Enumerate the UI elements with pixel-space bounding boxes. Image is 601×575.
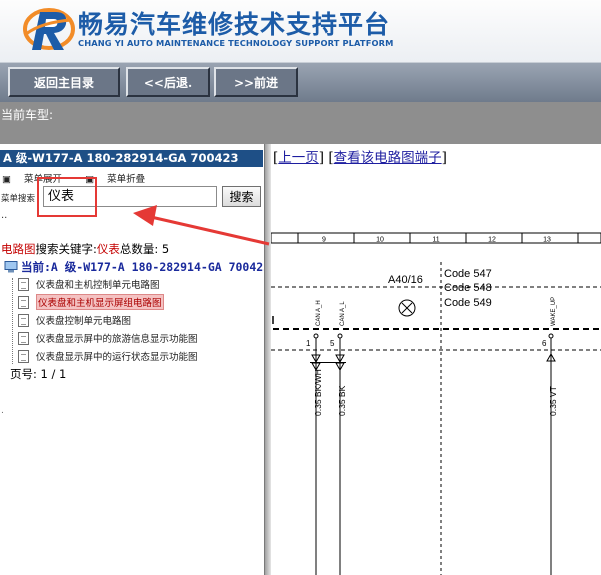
connector-pins: 1 5 6: [306, 333, 554, 348]
pin-number: 1: [306, 339, 311, 348]
pin-label: CAN A_H: [316, 300, 322, 326]
result-keyword: 仪表: [96, 242, 120, 256]
column-number: 9: [322, 237, 326, 244]
wires: [310, 338, 556, 575]
tree-item[interactable]: 仪表盘显示屏中的旅游信息显示功能图: [18, 330, 198, 346]
tree-item[interactable]: 仪表盘和主机控制单元电路图: [18, 276, 160, 292]
pin-number: 6: [542, 339, 547, 348]
document-icon: [18, 331, 29, 345]
tiny-dot: .: [1, 406, 4, 416]
component-label: A40/16: [388, 274, 423, 286]
column-number: 11: [432, 237, 439, 244]
tree-connector: [12, 278, 13, 364]
pin-label: WAKE_UP: [551, 297, 557, 326]
annotation-arrow: [133, 205, 270, 246]
document-icon: [18, 349, 29, 363]
wire-label: 0.35 VT: [548, 386, 558, 416]
wiring-diagram: 9 10 11 12 13 A40/16 Code 547 Code 548 C…: [271, 232, 601, 575]
svg-text:Code 548: Code 548: [444, 282, 492, 294]
home-button[interactable]: 返回主目录: [8, 67, 120, 97]
tree-item-selected[interactable]: 仪表盘和主机显示屏组电路图: [18, 294, 164, 310]
wire-label: 0.35 BK: [337, 385, 347, 416]
pin-label: CAN A_L: [340, 301, 346, 326]
document-icon: [18, 295, 29, 309]
svg-text:Code 549: Code 549: [444, 297, 492, 309]
expand-icon: ▣: [2, 174, 11, 185]
brand-title-cn: 畅易汽车维修技术支持平台: [78, 10, 391, 39]
search-highlight-box: [37, 177, 97, 217]
app-header: 畅易汽车维修技术支持平台 CHANG YI AUTO MAINTENANCE T…: [0, 0, 601, 62]
wire-label: 0.35 BK/WH: [313, 369, 323, 416]
diagram-panel: [上一页] [查看该电路图端子] 9 10 11 12 13 A40/16 Co…: [271, 144, 601, 575]
column-number: 10: [376, 237, 384, 244]
forward-button[interactable]: >>前进: [214, 67, 298, 97]
ellipsis-text: ..: [1, 210, 8, 221]
column-number: 13: [543, 237, 551, 244]
tree-root[interactable]: 当前:A 级-W177-A 180-282914-GA 700423: [4, 259, 264, 275]
pin-number: 5: [330, 339, 335, 348]
pager: 页号: 1 / 1: [10, 367, 67, 381]
page-number[interactable]: 1 / 1: [41, 367, 67, 381]
changyi-logo-icon: [23, 8, 75, 50]
document-icon: [18, 277, 29, 291]
brand-title-en: CHANG YI AUTO MAINTENANCE TECHNOLOGY SUP…: [78, 38, 394, 48]
car-type-label: 当前车型:: [1, 108, 54, 122]
back-button[interactable]: <<后退.: [126, 67, 210, 97]
computer-icon: [4, 261, 18, 273]
car-type-bar: 当前车型:: [0, 102, 601, 144]
model-header: A 级-W177-A 180-282914-GA 700423: [0, 150, 263, 167]
search-label: 菜单搜索: [1, 194, 36, 204]
column-number: 12: [488, 237, 496, 244]
tree-item[interactable]: 仪表盘控制单元电路图: [18, 312, 131, 328]
tree-item[interactable]: 仪表盘显示屏中的运行状态显示功能图: [18, 348, 198, 364]
nav-bar: 返回主目录 <<后退. >>前进: [0, 62, 601, 102]
column-header: 9 10 11 12 13: [271, 232, 601, 244]
result-category: 电路图: [1, 242, 36, 256]
svg-text:Code 547: Code 547: [444, 268, 492, 280]
transistor-icon: [398, 299, 416, 317]
document-icon: [18, 313, 29, 327]
option-codes: Code 547 Code 548 Code 549: [440, 262, 492, 575]
